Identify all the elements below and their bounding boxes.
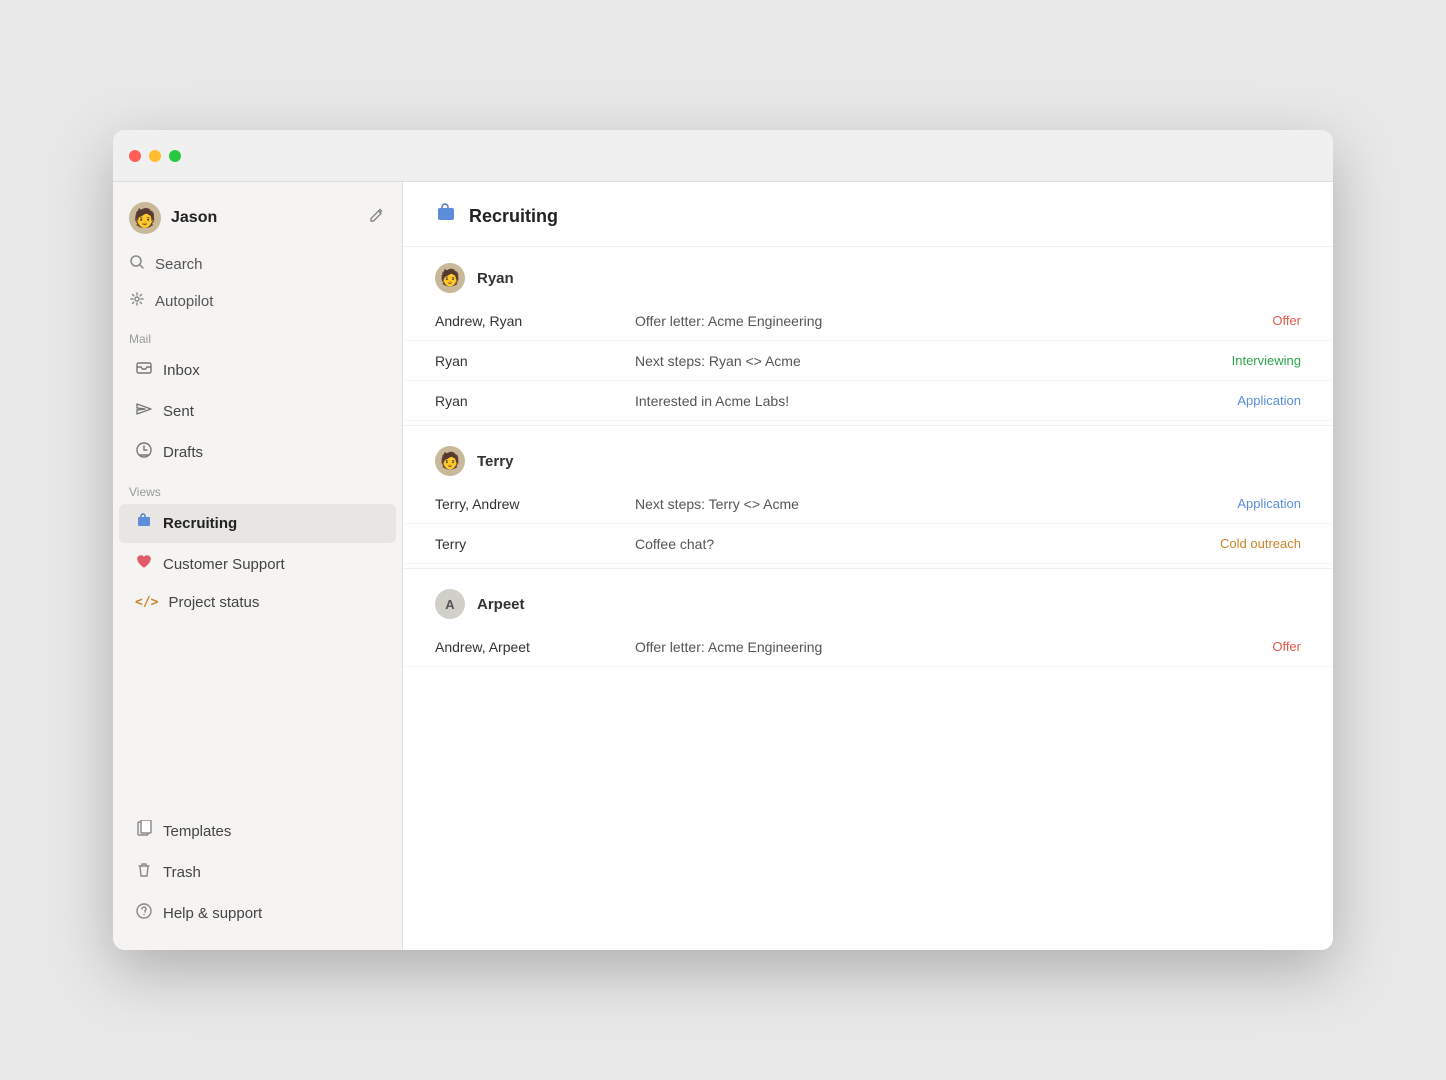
sidebar-item-inbox[interactable]: Inbox [119,351,396,390]
email-sender: Andrew, Ryan [435,313,635,329]
email-sender: Ryan [435,393,635,409]
trash-label: Trash [163,864,201,881]
heart-icon [135,553,153,576]
recruiting-icon [135,512,153,535]
title-bar [113,130,1333,182]
main-panel: Recruiting 🧑 Ryan Andrew, Ryan Offer let… [403,182,1333,950]
arpeet-section: A Arpeet Andrew, Arpeet Offer letter: Ac… [403,573,1333,667]
email-badge: Interviewing [1221,351,1301,370]
trash-icon [135,861,153,884]
close-button[interactable] [129,150,141,162]
email-row[interactable]: Ryan Interested in Acme Labs! Applicatio… [403,381,1333,421]
section-divider [403,425,1333,426]
inbox-label: Inbox [163,362,200,379]
terry-section: 🧑 Terry Terry, Andrew Next steps: Terry … [403,430,1333,564]
drafts-icon [135,441,153,464]
sidebar-item-templates[interactable]: Templates [119,812,396,851]
arpeet-avatar: A [435,589,465,619]
help-label: Help & support [163,905,262,922]
sidebar-item-trash[interactable]: Trash [119,853,396,892]
main-content: 🧑 Jason Search [113,182,1333,950]
app-window: 🧑 Jason Search [113,130,1333,950]
customer-support-label: Customer Support [163,556,285,573]
terry-header: 🧑 Terry [403,430,1333,484]
search-item[interactable]: Search [113,246,402,283]
profile-left: 🧑 Jason [129,202,217,234]
arpeet-name: Arpeet [477,596,525,613]
email-subject: Next steps: Ryan <> Acme [635,353,1221,369]
sidebar-item-drafts[interactable]: Drafts [119,433,396,472]
compose-icon[interactable] [368,207,386,230]
sidebar-item-customer-support[interactable]: Customer Support [119,545,396,584]
views-section-label: Views [113,473,402,503]
profile-section: 🧑 Jason [113,198,402,246]
email-row[interactable]: Andrew, Arpeet Offer letter: Acme Engine… [403,627,1333,667]
help-icon [135,902,153,925]
sidebar-item-recruiting[interactable]: Recruiting [119,504,396,543]
search-icon [129,254,145,275]
mail-section-label: Mail [113,320,402,350]
email-row[interactable]: Terry, Andrew Next steps: Terry <> Acme … [403,484,1333,524]
minimize-button[interactable] [149,150,161,162]
email-sender: Andrew, Arpeet [435,639,635,655]
email-row[interactable]: Andrew, Ryan Offer letter: Acme Engineer… [403,301,1333,341]
templates-icon [135,820,153,843]
email-sender: Ryan [435,353,635,369]
search-label: Search [155,256,203,273]
code-icon: </> [135,595,158,610]
terry-name: Terry [477,453,513,470]
templates-label: Templates [163,823,231,840]
sidebar-item-project-status[interactable]: </> Project status [119,586,396,619]
sidebar-item-sent[interactable]: Sent [119,392,396,431]
maximize-button[interactable] [169,150,181,162]
email-sender: Terry, Andrew [435,496,635,512]
email-subject: Coffee chat? [635,536,1220,552]
sidebar: 🧑 Jason Search [113,182,403,950]
sent-icon [135,400,153,423]
email-row[interactable]: Terry Coffee chat? Cold outreach [403,524,1333,564]
email-sender: Terry [435,536,635,552]
email-badge: Cold outreach [1220,534,1301,553]
autopilot-icon [129,291,145,312]
main-header-icon [435,202,457,230]
email-subject: Next steps: Terry <> Acme [635,496,1221,512]
email-badge: Application [1221,494,1301,513]
ryan-name: Ryan [477,270,514,287]
main-header: Recruiting [403,182,1333,247]
profile-name: Jason [171,209,217,227]
email-badge: Offer [1221,637,1301,656]
sidebar-item-help[interactable]: Help & support [119,894,396,933]
sent-label: Sent [163,403,194,420]
email-row[interactable]: Ryan Next steps: Ryan <> Acme Interviewi… [403,341,1333,381]
section-divider [403,568,1333,569]
email-subject: Interested in Acme Labs! [635,393,1221,409]
recruiting-label: Recruiting [163,515,237,532]
email-badge: Offer [1221,311,1301,330]
email-subject: Offer letter: Acme Engineering [635,313,1221,329]
autopilot-item[interactable]: Autopilot [113,283,402,320]
inbox-icon [135,359,153,382]
email-subject: Offer letter: Acme Engineering [635,639,1221,655]
avatar: 🧑 [129,202,161,234]
arpeet-header: A Arpeet [403,573,1333,627]
autopilot-label: Autopilot [155,293,213,310]
terry-avatar: 🧑 [435,446,465,476]
main-header-title: Recruiting [469,206,558,227]
ryan-section: 🧑 Ryan Andrew, Ryan Offer letter: Acme E… [403,247,1333,421]
project-status-label: Project status [168,594,259,611]
ryan-avatar: 🧑 [435,263,465,293]
ryan-header: 🧑 Ryan [403,247,1333,301]
drafts-label: Drafts [163,444,203,461]
email-badge: Application [1221,391,1301,410]
